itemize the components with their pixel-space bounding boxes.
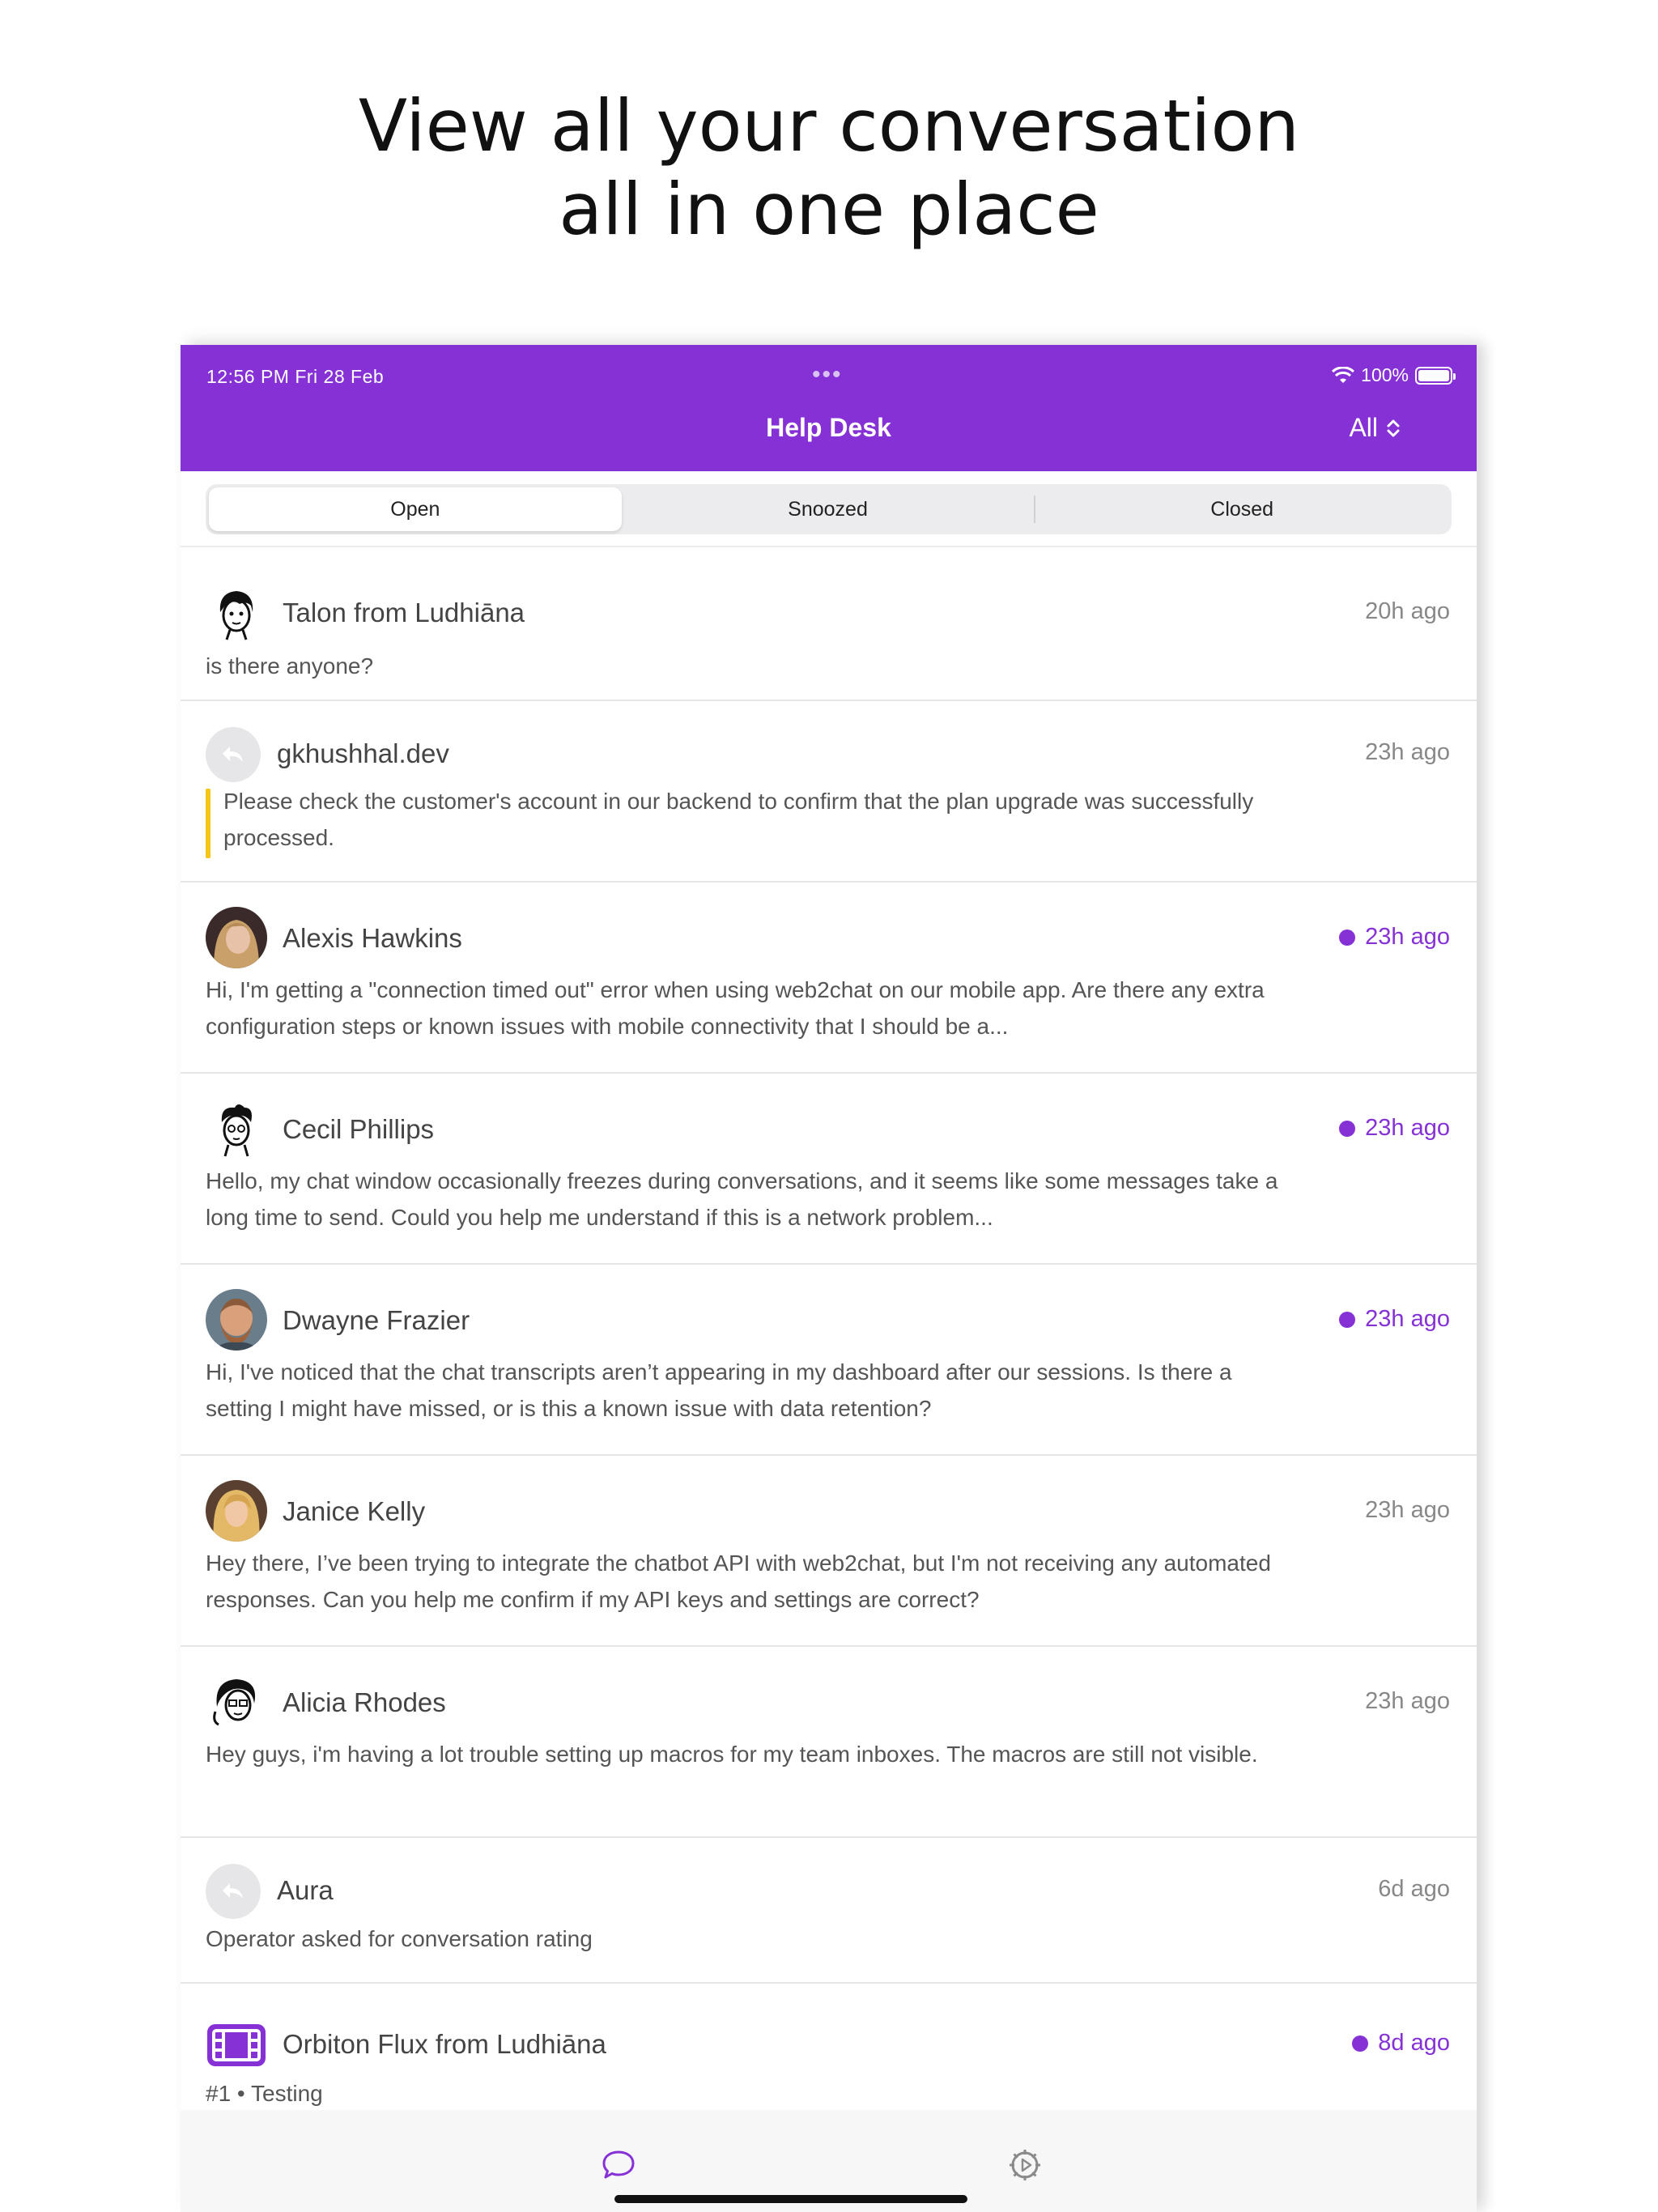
private-note-indicator	[206, 789, 210, 858]
unread-dot	[1339, 1120, 1356, 1137]
message-preview: Hey guys, i'm having a lot trouble setti…	[206, 1742, 1258, 1767]
sketch-avatar	[206, 581, 267, 643]
conversation-row[interactable]: Aura 6d ago Operator asked for conversat…	[181, 1838, 1477, 1984]
sketch-avatar	[206, 1098, 267, 1159]
timestamp: 23h ago	[1339, 924, 1450, 951]
unread-dot	[1339, 1311, 1356, 1328]
chat-bubble-icon	[602, 2150, 635, 2179]
photo-avatar	[206, 1289, 267, 1351]
conversations-tab[interactable]	[594, 2141, 643, 2189]
timestamp: 23h ago	[1365, 739, 1450, 765]
filter-label: All	[1349, 413, 1378, 442]
ipad-screen: 12:56 PM Fri 28 Feb ••• 100% Help Desk A…	[181, 345, 1477, 2212]
status-time: 12:56 PM Fri 28 Feb	[206, 366, 385, 387]
wifi-icon	[1332, 366, 1355, 383]
headline-line-2: all in one place	[559, 168, 1099, 251]
photo-avatar	[206, 1480, 267, 1542]
contact-name: Dwayne Frazier	[283, 1305, 470, 1335]
message-preview: Hello, my chat window occasionally freez…	[206, 1168, 1278, 1230]
timestamp: 23h ago	[1365, 1497, 1450, 1523]
timestamp: 8d ago	[1352, 2030, 1450, 2057]
conversation-row[interactable]: Talon from Ludhiāna 20h ago is there any…	[181, 547, 1477, 701]
battery-icon	[1415, 366, 1456, 385]
photo-avatar	[206, 907, 267, 968]
message-preview: #1 • Testing	[206, 2081, 323, 2106]
message-preview: Hi, I'm getting a "connection timed out"…	[206, 977, 1265, 1039]
settings-gear-icon	[1010, 2150, 1040, 2180]
reply-icon	[206, 727, 261, 782]
timestamp: 23h ago	[1339, 1306, 1450, 1333]
bottom-tab-bar	[181, 2110, 1477, 2212]
contact-name: Alicia Rhodes	[283, 1687, 446, 1717]
contact-name: Orbiton Flux from Ludhiāna	[283, 2029, 606, 2059]
conversation-row[interactable]: Orbiton Flux from Ludhiāna 8d ago #1 • T…	[181, 1984, 1477, 2121]
timestamp: 23h ago	[1365, 1688, 1450, 1714]
conversation-row[interactable]: Alicia Rhodes 23h ago Hey guys, i'm havi…	[181, 1647, 1477, 1838]
headline-line-1: View all your conversation	[358, 84, 1300, 168]
status-segmented-control: Open Snoozed Closed	[206, 484, 1452, 534]
message-preview: Hi, I've noticed that the chat transcrip…	[206, 1359, 1232, 1421]
conversation-row[interactable]: gkhushhal.dev 23h ago Please check the c…	[181, 701, 1477, 883]
conversation-row[interactable]: Janice Kelly 23h ago Hey there, I’ve bee…	[181, 1456, 1477, 1647]
conversation-row[interactable]: Cecil Phillips 23h ago Hello, my chat wi…	[181, 1074, 1477, 1265]
contact-name: gkhushhal.dev	[277, 738, 449, 768]
contact-name: Talon from Ludhiāna	[283, 598, 525, 627]
status-indicators: 100%	[1332, 364, 1456, 386]
contact-name: Cecil Phillips	[283, 1114, 435, 1144]
page-title: Help Desk	[766, 413, 891, 442]
battery-percent: 100%	[1361, 364, 1409, 385]
app-bar: 12:56 PM Fri 28 Feb ••• 100% Help Desk A…	[181, 345, 1477, 471]
conversation-list: Talon from Ludhiāna 20h ago is there any…	[181, 547, 1477, 2121]
message-preview: is there anyone?	[206, 653, 374, 678]
unread-dot	[1339, 929, 1356, 946]
home-indicator[interactable]	[614, 2195, 967, 2203]
timestamp: 6d ago	[1378, 1876, 1450, 1902]
reply-icon	[206, 1864, 261, 1919]
sketch-avatar	[206, 1671, 267, 1733]
conversation-row[interactable]: Alexis Hawkins 23h ago Hi, I'm getting a…	[181, 883, 1477, 1074]
status-segmented-control-bar: Open Snoozed Closed	[181, 471, 1477, 547]
timestamp: 20h ago	[1365, 598, 1450, 624]
contact-name: Janice Kelly	[283, 1496, 426, 1526]
message-preview: Please check the customer's account in o…	[223, 789, 1254, 850]
inbox-filter-button[interactable]: All	[1349, 413, 1401, 443]
timestamp: 23h ago	[1339, 1115, 1450, 1142]
multitasking-dots-icon[interactable]: •••	[812, 361, 843, 389]
film-icon	[206, 2014, 267, 2076]
contact-name: Alexis Hawkins	[283, 923, 462, 953]
contact-name: Aura	[277, 1875, 334, 1905]
settings-tab[interactable]	[1001, 2141, 1049, 2189]
tab-open[interactable]: Open	[209, 487, 622, 531]
unread-dot	[1352, 2035, 1369, 2052]
tab-closed[interactable]: Closed	[1035, 487, 1448, 531]
message-preview: Hey there, I’ve been trying to integrate…	[206, 1551, 1271, 1612]
chevron-up-down-icon	[1387, 419, 1400, 436]
headline: View all your conversation all in one pl…	[0, 84, 1658, 251]
tab-snoozed[interactable]: Snoozed	[622, 487, 1035, 531]
message-preview: Operator asked for conversation rating	[206, 1926, 593, 1951]
conversation-row[interactable]: Dwayne Frazier 23h ago Hi, I've noticed …	[181, 1265, 1477, 1456]
